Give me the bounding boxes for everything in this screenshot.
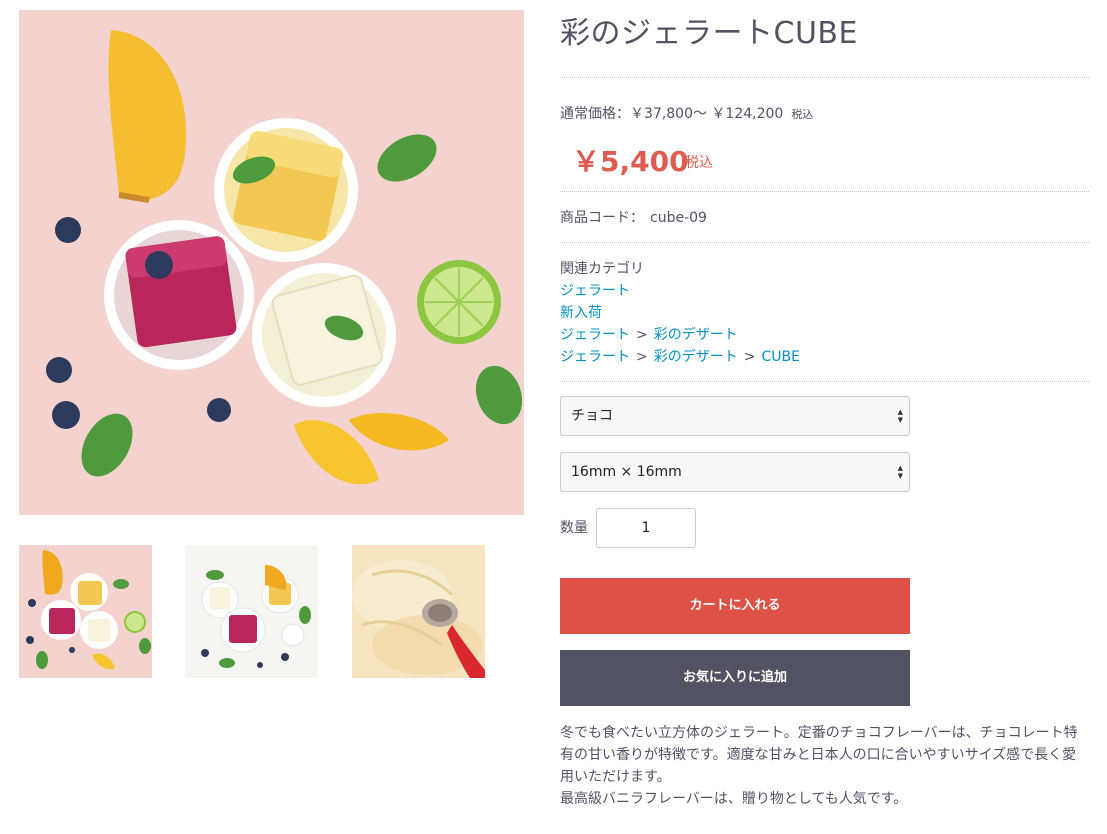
quantity-label: 数量: [560, 520, 588, 536]
category-row: ジェラート > 彩のデザート: [560, 324, 800, 346]
size-select-value: 16mm × 16mm: [571, 464, 682, 480]
divider: [560, 77, 1089, 78]
product-code-label: 商品コード：: [560, 210, 644, 226]
category-link-gelato[interactable]: ジェラート: [560, 283, 630, 299]
flavor-select[interactable]: チョコ ▲ ▼: [560, 396, 910, 436]
category-link-irodori-dessert[interactable]: 彩のデザート: [654, 327, 738, 343]
divider: [560, 242, 1089, 243]
divider: [560, 191, 1089, 192]
category-row: ジェラート: [560, 280, 800, 302]
product-description: 冬でも食べたい立方体のジェラート。定番のチョコフレーバーは、チョコレート特有の甘…: [560, 722, 1089, 810]
category-link-cube[interactable]: CUBE: [761, 349, 799, 365]
description-paragraph: 冬でも食べたい立方体のジェラート。定番のチョコフレーバーは、チョコレート特有の甘…: [560, 725, 1078, 785]
add-to-cart-button[interactable]: カートに入れる: [560, 578, 910, 634]
quantity-input[interactable]: 1: [596, 508, 696, 548]
category-link-irodori-dessert[interactable]: 彩のデザート: [654, 349, 738, 365]
category-link-gelato[interactable]: ジェラート: [560, 327, 630, 343]
category-row: ジェラート > 彩のデザート > CUBE: [560, 346, 800, 368]
product-code: 商品コード： cube-09: [560, 207, 707, 227]
breadcrumb-separator: >: [636, 327, 648, 343]
thumbnail-1[interactable]: [19, 545, 152, 678]
category-link-gelato[interactable]: ジェラート: [560, 349, 630, 365]
normal-price-label: 通常価格：: [560, 106, 630, 122]
related-category-list: ジェラート 新入荷 ジェラート > 彩のデザート ジェラート > 彩のデザート > CUBE: [560, 280, 800, 368]
normal-price: 通常価格：￥37,800〜 ￥124,200 税込: [560, 103, 813, 123]
thumbnail-2[interactable]: [185, 545, 318, 678]
normal-price-tax: 税込: [791, 108, 814, 121]
sale-price-tax: 税込: [685, 155, 713, 171]
description-paragraph: 最高級バニラフレーバーは、贈り物としても人気です。: [560, 791, 908, 807]
flavor-select-value: チョコ: [571, 408, 613, 424]
related-category-heading: 関連カテゴリ: [560, 261, 644, 277]
category-row: 新入荷: [560, 302, 800, 324]
breadcrumb-separator: >: [743, 349, 756, 365]
product-code-value: cube-09: [650, 210, 707, 226]
category-link-new-arrivals[interactable]: 新入荷: [560, 305, 602, 321]
thumbnail-3[interactable]: [352, 545, 485, 678]
normal-price-range: ￥37,800〜 ￥124,200: [630, 106, 784, 122]
select-arrows-icon: ▲ ▼: [897, 464, 903, 480]
add-to-favorite-button[interactable]: お気に入りに追加: [560, 650, 910, 706]
breadcrumb-separator: >: [636, 349, 648, 365]
sale-price: ￥5,400: [572, 145, 689, 178]
divider: [560, 381, 1089, 382]
product-main-image: [19, 10, 524, 515]
product-title: 彩のジェラートCUBE: [560, 16, 858, 51]
size-select[interactable]: 16mm × 16mm ▲ ▼: [560, 452, 910, 492]
select-arrows-icon: ▲ ▼: [897, 408, 903, 424]
